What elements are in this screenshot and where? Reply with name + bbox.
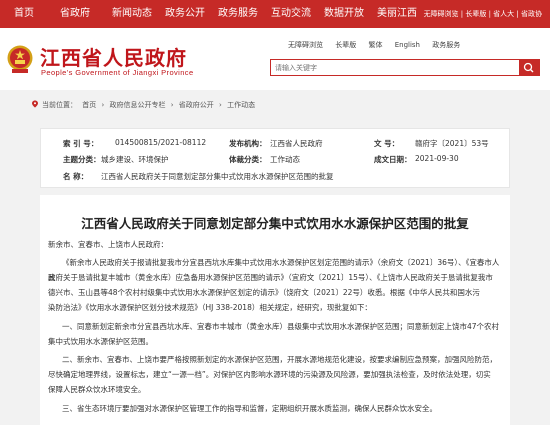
article-para-3-line-3: 保障人民群众饮水环境安全。 [48,385,146,394]
top-nav-bar: 首页 省政府 新闻动态 政务公开 政务服务 互动交流 数据开放 美丽江西 无障碍… [0,0,550,28]
breadcrumb: 当前位置： 首页 › 政府信息公开专栏 › 省政府公开 › 工作动态 [32,100,258,110]
site-logo-chinese[interactable]: 江西省人民政府 [40,42,187,71]
genre-value: 工作动态 [270,155,300,164]
article-recipient: 新余市、宜春市、上饶市人民政府： [48,240,168,249]
search-button[interactable] [519,60,539,75]
nav-item-open-data[interactable]: 数据开放 [324,0,364,28]
article-title: 江西省人民政府关于同意划定部分集中式饮用水水源保护区范围的批复 [81,216,469,231]
link-elder-version[interactable]: 长辈版 [335,41,356,49]
nav-item-beautiful-jiangxi[interactable]: 美丽江西 [377,0,417,28]
article-body: 江西省人民政府关于同意划定部分集中式饮用水水源保护区范围的批复 新余市、宜春市、… [40,195,510,425]
nav-item-province-gov[interactable]: 省政府 [60,0,90,28]
breadcrumb-prefix: 当前位置： [42,101,77,109]
nav-item-news[interactable]: 新闻动态 [112,0,152,28]
article-para-2-line-1: 一、同意新划定新余市分宜县西坑水库、宜春市丰城市（黄金水库）县级集中式饮用水水源… [62,322,500,331]
nav-item-gov-affairs-open[interactable]: 政务公开 [165,0,205,28]
search-input[interactable] [275,62,505,73]
publisher-label: 发布机构： [229,139,267,148]
doc-name-label: 名 称： [63,172,89,181]
national-emblem-icon [6,44,34,74]
search-icon [523,62,534,73]
topic-label: 主题分类： [63,155,101,164]
site-logo-english: People's Government of Jiangxi Province [41,68,194,77]
article-para-3-line-1: 二、新余市、宜春市、上饶市要严格按照新划定的水源保护区范围，开展水源地规范化建设… [62,355,497,364]
article-para-1-line-2: 政府关于恳请批复丰城市（黄金水库）应急备用水源保护区范围的请示》（宜府文〔202… [48,273,493,282]
breadcrumb-separator: › [219,101,222,109]
doc-name-value: 江西省人民政府关于同意划定部分集中式饮用水水源保护区范围的批复 [101,172,334,181]
article-para-1-line-3: 德兴市、玉山县等48个农村村级集中式饮用水水源保护区划定的请示》（饶府文〔202… [48,288,480,297]
breadcrumb-gov-info-column[interactable]: 政府信息公开专栏 [110,101,166,109]
doc-number-value: 赣府字〔2021〕53号 [415,139,489,148]
accessibility-links: 无障碍浏览 长辈版 繁体 English 政务服务 [288,40,470,50]
link-traditional[interactable]: 繁体 [368,41,382,49]
breadcrumb-home[interactable]: 首页 [82,101,96,109]
article-para-2-line-2: 集中式饮用水水源保护区范围。 [48,337,153,346]
breadcrumb-work-news[interactable]: 工作动态 [227,101,255,109]
article-para-1-line-4: 染防治法》《饮用水水源保护区划分技术规范》（HJ 338-2018）相关规定，经… [48,303,372,312]
link-english[interactable]: English [395,41,420,49]
publisher-value: 江西省人民政府 [270,139,323,148]
doc-number-label: 文 号： [374,139,400,148]
breadcrumb-province-open[interactable]: 省政府公开 [179,101,214,109]
document-meta-table: 索 引 号： 014500815/2021-08112 发布机构： 江西省人民政… [40,128,510,188]
date-label: 成文日期： [374,155,412,164]
nav-item-gov-services[interactable]: 政务服务 [218,0,258,28]
topic-value: 城乡建设、环境保护 [101,155,169,164]
location-icon [32,100,38,108]
link-accessible-browse[interactable]: 无障碍浏览 [288,41,323,49]
index-number-value: 014500815/2021-08112 [115,138,207,147]
genre-label: 体裁分类： [229,155,267,164]
nav-item-interaction[interactable]: 互动交流 [271,0,311,28]
date-value: 2021-09-30 [415,154,459,163]
article-para-3-line-2: 尽快确定地理界线，设置标志，建立“一源一档”。对保护区内影响水源环境的污染源及风… [48,370,491,379]
article-para-4-line-1: 三、省生态环境厅要加强对水源保护区管理工作的指导和监督，定期组织开展水质监测，确… [62,404,437,413]
nav-utility-links[interactable]: 无障碍浏览 | 长辈版 | 省人大 | 省政协 [424,0,542,28]
breadcrumb-separator: › [170,101,174,109]
search-box [270,59,540,76]
nav-item-home[interactable]: 首页 [14,0,34,28]
breadcrumb-separator: › [101,101,105,109]
index-number-label: 索 引 号： [63,139,99,148]
link-gov-service[interactable]: 政务服务 [432,41,460,49]
